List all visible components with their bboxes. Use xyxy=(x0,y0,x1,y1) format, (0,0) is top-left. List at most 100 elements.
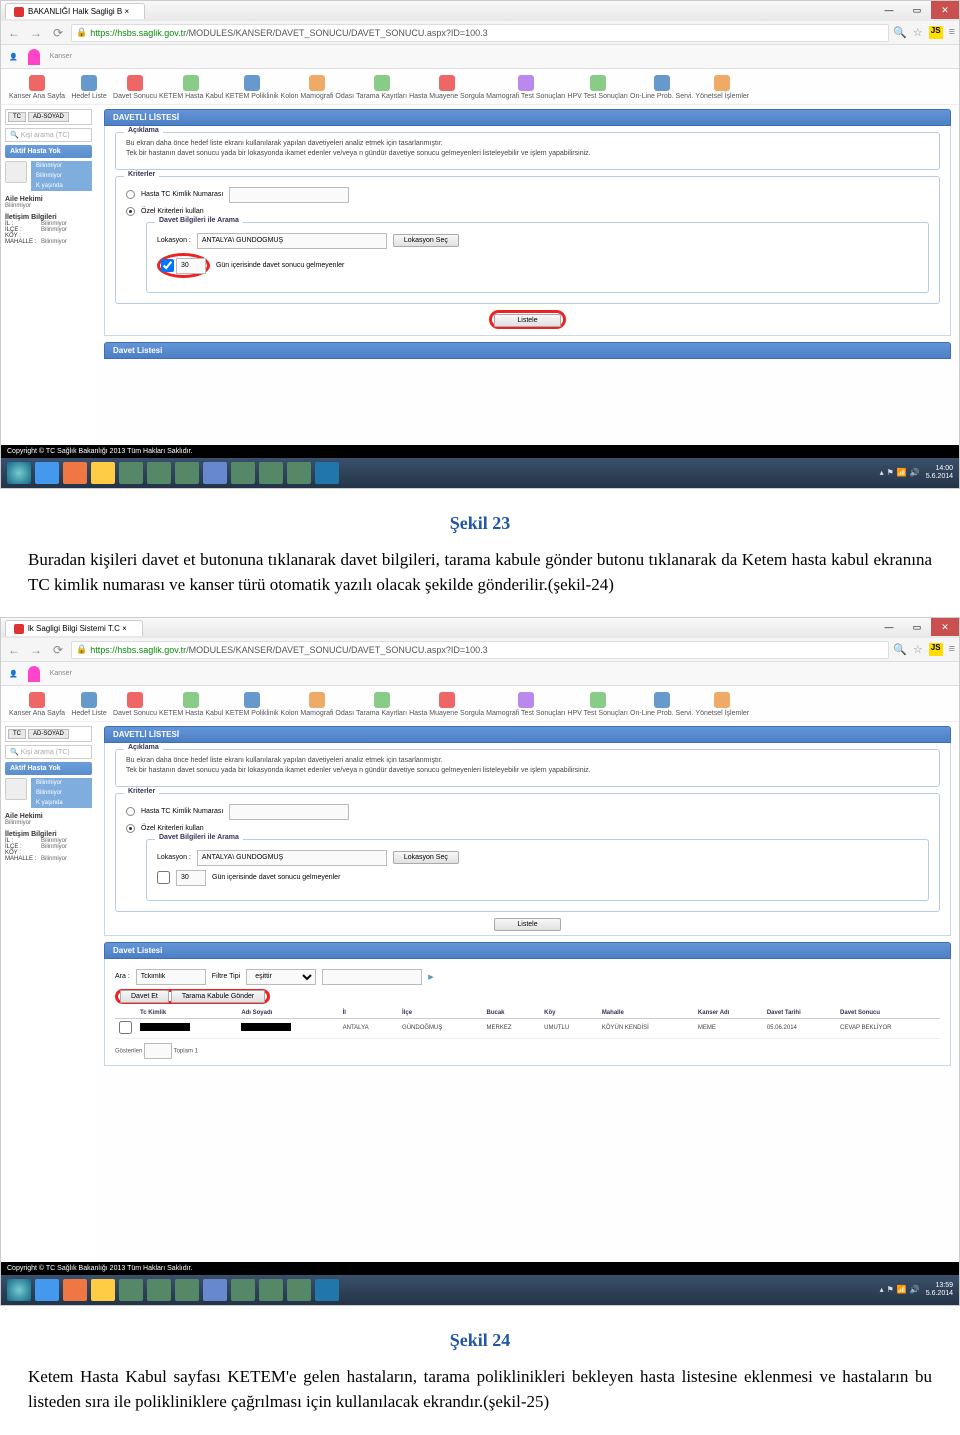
menu-davet-sonucu[interactable]: Davet Sonucu xyxy=(113,73,157,100)
th-koy[interactable]: Köy xyxy=(540,1008,598,1019)
listele-button-2[interactable]: Listele xyxy=(494,918,560,931)
listele-button[interactable]: Listele xyxy=(494,314,560,327)
start-button-2[interactable] xyxy=(7,1279,31,1301)
radio-tc-2[interactable] xyxy=(126,807,135,816)
person-search-input[interactable]: 🔍 Kişi arama (TC) xyxy=(5,128,92,142)
user-icon[interactable]: 👤 xyxy=(9,53,18,61)
tray-up-icon-2[interactable]: ▴ xyxy=(880,1285,884,1295)
taskbar-firefox-icon-2[interactable] xyxy=(63,1279,87,1301)
search-icon-2[interactable]: 🔍 xyxy=(893,643,907,656)
menu-ketem-poli[interactable]: KETEM Poliklinik xyxy=(225,73,278,100)
forward-button-2[interactable]: → xyxy=(27,641,45,659)
taskbar-a5-2[interactable] xyxy=(259,1279,283,1301)
menu-yonetsel[interactable]: Yönetsel İşlemler xyxy=(695,73,749,100)
tc-button[interactable]: TC xyxy=(8,112,26,122)
star-icon-2[interactable]: ☆ xyxy=(913,643,923,656)
radio-ozel-2[interactable] xyxy=(126,824,135,833)
th-kanser[interactable]: Kanser Adı xyxy=(694,1008,763,1019)
th-ilce[interactable]: İlçe xyxy=(398,1008,482,1019)
menu-ketem-hasta-2[interactable]: KETEM Hasta Kabul xyxy=(159,690,223,717)
tray-flag-icon-2[interactable]: ⚑ xyxy=(887,1285,894,1295)
url-input[interactable]: 🔒 https://hsbs.saglik.gov.tr /MODULES/KA… xyxy=(71,24,889,42)
menu-ketem-hasta[interactable]: KETEM Hasta Kabul xyxy=(159,73,223,100)
menu-mamografi[interactable]: Mamografi Test Sonuçları xyxy=(486,73,565,100)
menu-hasta-muayene-2[interactable]: Hasta Muayene Sorgula xyxy=(409,690,484,717)
menu-tarama[interactable]: Tarama Kayıtları xyxy=(356,73,407,100)
back-button[interactable]: ← xyxy=(5,24,23,42)
taskbar-app4-icon[interactable] xyxy=(231,462,255,484)
filtre-select[interactable]: eşittir xyxy=(246,969,316,985)
close-button[interactable]: ✕ xyxy=(931,1,959,19)
minimize-button[interactable]: — xyxy=(875,1,903,19)
menu-kolon[interactable]: Kolon Mamografi Odası xyxy=(281,73,355,100)
th-tc[interactable]: Tc Kimlik xyxy=(136,1008,237,1019)
radio-tc[interactable] xyxy=(126,190,135,199)
back-button-2[interactable]: ← xyxy=(5,641,23,659)
th-tarih[interactable]: Davet Tarihi xyxy=(763,1008,836,1019)
browser-tab-2[interactable]: lk Sagligi Bilgi Sistemi T.C × xyxy=(5,620,143,636)
days-checkbox[interactable] xyxy=(161,259,174,272)
menu-davet-sonucu-2[interactable]: Davet Sonucu xyxy=(113,690,157,717)
days-checkbox-2[interactable] xyxy=(157,871,170,884)
taskbar-a3-2[interactable] xyxy=(175,1279,199,1301)
menu-yonetsel-2[interactable]: Yönetsel İşlemler xyxy=(695,690,749,717)
close-button-2[interactable]: ✕ xyxy=(931,618,959,636)
filtre-value-input[interactable] xyxy=(322,969,422,985)
tray-flag-icon[interactable]: ⚑ xyxy=(887,468,894,478)
js-icon[interactable]: JS xyxy=(929,26,943,39)
forward-button[interactable]: → xyxy=(27,24,45,42)
tarama-kabule-button[interactable]: Tarama Kabule Gönder xyxy=(171,990,265,1003)
menu-tarama-2[interactable]: Tarama Kayıtları xyxy=(356,690,407,717)
taskbar-app3-icon[interactable] xyxy=(175,462,199,484)
row-checkbox[interactable] xyxy=(119,1021,132,1034)
th-sonuc[interactable]: Davet Sonucu xyxy=(836,1008,940,1019)
taskbar-app6-icon[interactable] xyxy=(287,462,311,484)
radio-ozel[interactable] xyxy=(126,207,135,216)
lokasyon-input[interactable] xyxy=(197,233,387,249)
lokasyon-input-2[interactable] xyxy=(197,850,387,866)
menu-hasta-muayene[interactable]: Hasta Muayene Sorgula xyxy=(409,73,484,100)
menu-kolon-2[interactable]: Kolon Mamografi Odası xyxy=(281,690,355,717)
tray-net-icon-2[interactable]: 📶 xyxy=(897,1285,907,1295)
table-row[interactable]: ANTALYA GÜNDOĞMUŞ MERKEZ UMUTLU KÖYÜN KE… xyxy=(115,1018,940,1038)
browser-tab[interactable]: BAKANLIĞI Halk Sagligi B × xyxy=(5,3,145,19)
menu-hpv-2[interactable]: HPV Test Sonuçları xyxy=(567,690,628,717)
taskbar-chrome-icon-2[interactable] xyxy=(91,1279,115,1301)
menu-kanser-ana[interactable]: Kanser Ana Sayfa xyxy=(9,73,65,100)
menu-icon-2[interactable]: ≡ xyxy=(949,643,955,656)
th-ad[interactable]: Adı Soyadı xyxy=(237,1008,338,1019)
js-icon-2[interactable]: JS xyxy=(929,643,943,656)
menu-ketem-poli-2[interactable]: KETEM Poliklinik xyxy=(225,690,278,717)
menu-mamografi-2[interactable]: Mamografi Test Sonuçları xyxy=(486,690,565,717)
taskbar-a4-2[interactable] xyxy=(231,1279,255,1301)
taskbar-vs-icon[interactable] xyxy=(203,462,227,484)
reload-button[interactable]: ⟳ xyxy=(49,24,67,42)
user-icon-2[interactable]: 👤 xyxy=(9,670,18,678)
menu-kanser-ana-2[interactable]: Kanser Ana Sayfa xyxy=(9,690,65,717)
maximize-button[interactable]: ▭ xyxy=(903,1,931,19)
th-il[interactable]: İl xyxy=(339,1008,398,1019)
tc-input[interactable] xyxy=(229,187,349,203)
taskbar-app2-icon[interactable] xyxy=(147,462,171,484)
adsoyad-button[interactable]: AD-SOYAD xyxy=(28,112,69,122)
reload-button-2[interactable]: ⟳ xyxy=(49,641,67,659)
tc-input-2[interactable] xyxy=(229,804,349,820)
search-icon[interactable]: 🔍 xyxy=(893,26,907,39)
adsoyad-button-2[interactable]: AD-SOYAD xyxy=(28,729,69,739)
days-input[interactable] xyxy=(176,258,206,274)
th-bucak[interactable]: Bucak xyxy=(483,1008,541,1019)
taskbar-word-icon[interactable] xyxy=(315,462,339,484)
lokasyon-sec-button[interactable]: Lokasyon Seç xyxy=(393,234,459,247)
star-icon[interactable]: ☆ xyxy=(913,26,923,39)
tray-vol-icon-2[interactable]: 🔊 xyxy=(910,1285,920,1295)
menu-hpv[interactable]: HPV Test Sonuçları xyxy=(567,73,628,100)
taskbar-ie-icon[interactable] xyxy=(35,462,59,484)
taskbar-chrome-icon[interactable] xyxy=(91,462,115,484)
ara-input[interactable] xyxy=(136,969,206,985)
taskbar-a2-2[interactable] xyxy=(147,1279,171,1301)
start-button[interactable] xyxy=(7,462,31,484)
minimize-button-2[interactable]: — xyxy=(875,618,903,636)
tray-vol-icon[interactable]: 🔊 xyxy=(910,468,920,478)
taskbar-app5-icon[interactable] xyxy=(259,462,283,484)
url-input-2[interactable]: 🔒 https://hsbs.saglik.gov.tr /MODULES/KA… xyxy=(71,641,889,659)
